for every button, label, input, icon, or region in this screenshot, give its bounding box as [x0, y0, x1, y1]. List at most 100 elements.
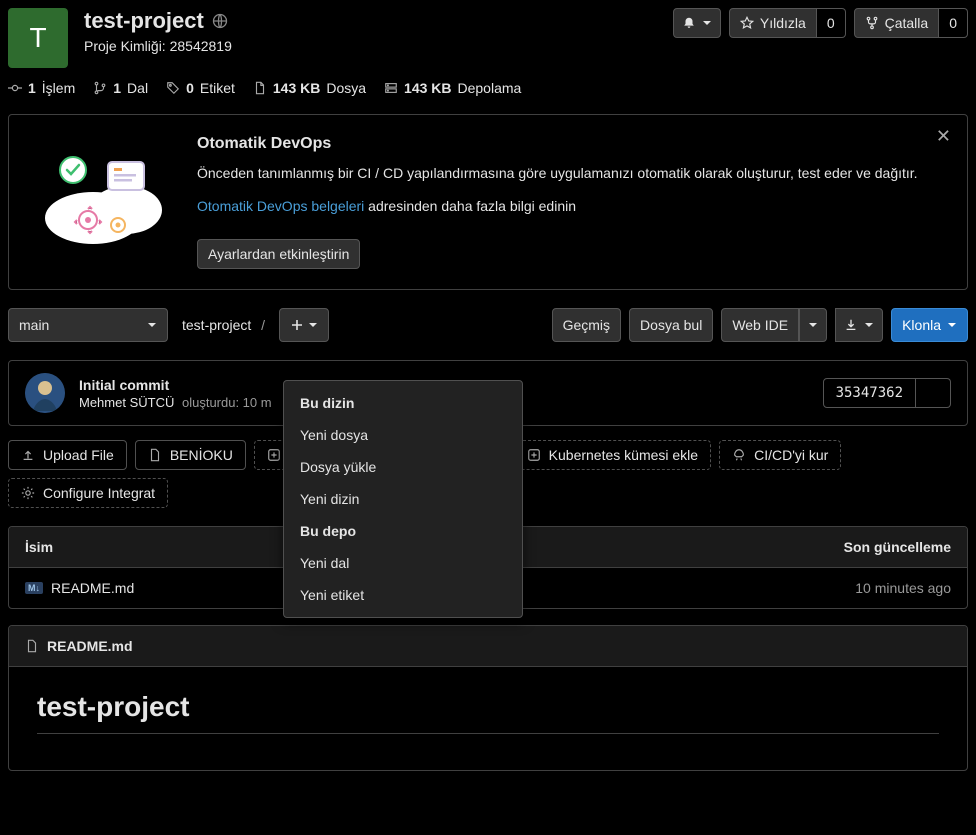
tags-label: Etiket [200, 80, 235, 96]
copy-sha-button[interactable] [916, 378, 951, 408]
commit-time: oluşturdu: 10 m [182, 395, 272, 410]
dropdown-new-dir[interactable]: Yeni dizin [284, 483, 522, 515]
commit-icon [8, 81, 22, 95]
stat-tags[interactable]: 0 Etiket [166, 80, 235, 96]
commits-count: 1 [28, 80, 36, 96]
dropdown-upload-file[interactable]: Dosya yükle [284, 451, 522, 483]
auto-devops-panel: ✕ Otomatik DevOps Önceden tanımlanmış bi… [8, 114, 968, 290]
branch-name: main [19, 317, 49, 333]
col-updated: Son güncelleme [751, 539, 951, 555]
star-label: Yıldızla [760, 15, 806, 31]
star-count: 0 [817, 8, 846, 38]
chip-cicd[interactable]: CI/CD'yi kur [719, 440, 841, 470]
plus-icon [290, 318, 304, 332]
breadcrumb: test-project / [182, 317, 265, 333]
upload-icon [21, 448, 35, 462]
branches-count: 1 [113, 80, 121, 96]
devops-text: Önceden tanımlanmış bir CI / CD yapıland… [197, 163, 943, 184]
web-ide-dropdown[interactable] [799, 308, 827, 342]
chevron-down-icon [308, 320, 318, 330]
branches-label: Dal [127, 80, 148, 96]
file-name-text: README.md [51, 580, 134, 596]
chip-label: BENİOKU [170, 447, 233, 463]
storage-size: 143 KB [404, 80, 451, 96]
plus-square-icon [267, 448, 281, 462]
add-dropdown: Bu dizin Yeni dosya Dosya yükle Yeni diz… [283, 380, 523, 618]
clone-label: Klonla [902, 317, 941, 333]
branch-selector[interactable]: main [8, 308, 168, 342]
fork-button[interactable]: Çatalla [854, 8, 940, 38]
file-icon [253, 81, 267, 95]
readme-heading: test-project [37, 691, 939, 734]
dropdown-new-file[interactable]: Yeni dosya [284, 419, 522, 451]
readme-panel: README.md test-project [8, 625, 968, 771]
devops-title: Otomatik DevOps [197, 135, 943, 153]
storage-label: Depolama [458, 80, 522, 96]
readme-body: test-project [9, 667, 967, 770]
markdown-icon: M↓ [25, 582, 43, 594]
project-avatar: T [8, 8, 68, 68]
devops-text-after: adresinden daha fazla bilgi edinin [364, 198, 576, 214]
download-icon [844, 318, 858, 332]
copy-icon [926, 386, 940, 400]
gear-icon [21, 486, 35, 500]
web-ide-button[interactable]: Web IDE [721, 308, 799, 342]
repo-actions-row: main test-project / Geçmiş Dosya bul Web… [8, 308, 968, 342]
commit-sha: 35347362 [823, 378, 916, 408]
devops-link-row: Otomatik DevOps belgeleri adresinden dah… [197, 196, 943, 217]
enable-devops-button[interactable]: Ayarlardan etkinleştirin [197, 239, 360, 269]
branch-icon [93, 81, 107, 95]
dropdown-new-branch[interactable]: Yeni dal [284, 547, 522, 579]
add-button[interactable] [279, 308, 329, 342]
chevron-down-icon [808, 320, 818, 330]
clone-button[interactable]: Klonla [891, 308, 968, 342]
stat-storage[interactable]: 143 KB Depolama [384, 80, 521, 96]
chip-kubernetes[interactable]: Kubernetes kümesi ekle [514, 440, 711, 470]
file-updated-time: 10 minutes ago [751, 580, 951, 596]
files-label: Dosya [326, 80, 366, 96]
chip-label: Configure Integrat [43, 485, 155, 501]
dropdown-section-this-dir: Bu dizin [284, 387, 522, 419]
globe-icon [212, 13, 228, 29]
fork-count: 0 [939, 8, 968, 38]
chip-upload-file[interactable]: Upload File [8, 440, 127, 470]
storage-icon [384, 81, 398, 95]
chevron-down-icon [864, 320, 874, 330]
breadcrumb-project[interactable]: test-project [182, 317, 251, 333]
star-button[interactable]: Yıldızla [729, 8, 817, 38]
tag-icon [166, 81, 180, 95]
chip-readme[interactable]: BENİOKU [135, 440, 246, 470]
project-title-text: test-project [84, 8, 204, 34]
star-icon [740, 16, 754, 30]
dropdown-section-this-repo: Bu depo [284, 515, 522, 547]
close-icon[interactable]: ✕ [930, 125, 957, 148]
chip-label: CI/CD'yi kur [754, 447, 828, 463]
notifications-button[interactable] [673, 8, 721, 38]
chip-label: Kubernetes kümesi ekle [549, 447, 698, 463]
stat-files[interactable]: 143 KB Dosya [253, 80, 366, 96]
bell-icon [682, 16, 696, 30]
fork-label: Çatalla [885, 15, 929, 31]
stat-branches[interactable]: 1 Dal [93, 80, 148, 96]
stats-row: 1 İşlem 1 Dal 0 Etiket 143 KB Dosya 143 … [8, 80, 968, 96]
readme-filename: README.md [47, 638, 133, 654]
project-title: test-project [84, 8, 657, 34]
commit-author[interactable]: Mehmet SÜTCÜ [79, 395, 174, 410]
readme-header: README.md [9, 626, 967, 667]
chip-integrations[interactable]: Configure Integrat [8, 478, 168, 508]
devops-docs-link[interactable]: Otomatik DevOps belgeleri [197, 198, 364, 214]
history-button[interactable]: Geçmiş [552, 308, 621, 342]
breadcrumb-separator: / [261, 317, 265, 333]
chevron-down-icon [947, 320, 957, 330]
tags-count: 0 [186, 80, 194, 96]
plus-square-icon [527, 448, 541, 462]
fork-icon [865, 16, 879, 30]
find-file-button[interactable]: Dosya bul [629, 308, 713, 342]
project-id: Proje Kimliği: 28542819 [84, 38, 657, 54]
file-icon [148, 448, 162, 462]
download-button[interactable] [835, 308, 883, 342]
stat-commits[interactable]: 1 İşlem [8, 80, 75, 96]
chevron-down-icon [147, 320, 157, 330]
project-avatar-letter: T [29, 22, 46, 54]
dropdown-new-tag[interactable]: Yeni etiket [284, 579, 522, 611]
